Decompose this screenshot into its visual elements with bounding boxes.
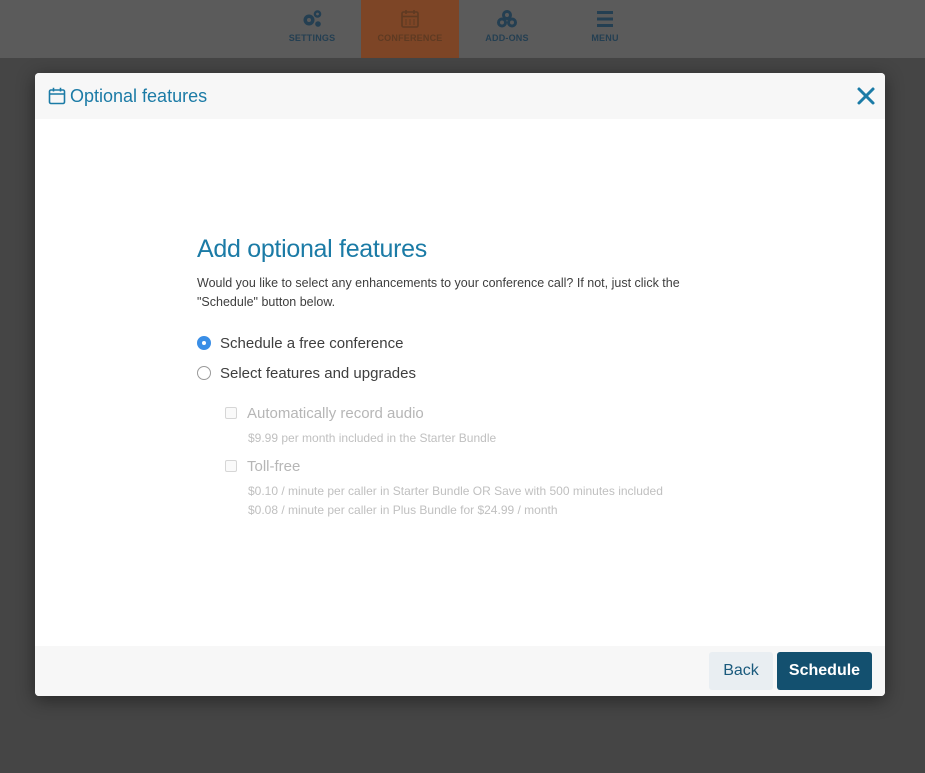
option-features-upgrades[interactable]: Select features and upgrades xyxy=(197,362,416,384)
nav-item-menu[interactable]: MENU xyxy=(556,0,654,58)
intro-line-1: Would you like to select any enhancement… xyxy=(197,276,680,290)
checkbox[interactable] xyxy=(225,407,237,419)
option-label: Select features and upgrades xyxy=(220,364,416,382)
feature-label: Automatically record audio xyxy=(247,404,424,422)
intro-line-2: "Schedule" button below. xyxy=(197,294,336,309)
nav-item-add-ons[interactable]: ADD-ONS xyxy=(458,0,556,58)
dialog-footer: Back Schedule xyxy=(35,646,885,696)
feature-note: $9.99 per month included in the Starter … xyxy=(248,431,497,445)
close-icon[interactable] xyxy=(855,85,877,107)
dialog-title: Optional features xyxy=(70,86,208,106)
feature-label: Toll-free xyxy=(247,457,301,475)
feature-record-audio[interactable]: Automatically record audio xyxy=(225,403,424,423)
checkbox[interactable] xyxy=(225,460,237,472)
cubes-icon xyxy=(497,10,517,28)
nav-item-conference[interactable]: CONFERENCE xyxy=(361,0,459,58)
calendar-icon xyxy=(48,87,66,105)
radio-button[interactable] xyxy=(197,366,211,380)
nav-label-menu: MENU xyxy=(591,33,619,43)
radio-button-checked[interactable] xyxy=(197,336,211,350)
schedule-button[interactable]: Schedule xyxy=(777,652,872,690)
option-free-conference[interactable]: Schedule a free conference xyxy=(197,332,403,354)
hamburger-icon xyxy=(597,11,613,27)
gears-icon xyxy=(303,10,322,27)
intro-text: Would you like to select any enhancement… xyxy=(197,274,737,311)
nav-label-add-ons: ADD-ONS xyxy=(485,33,529,43)
section-heading: Add optional features xyxy=(197,235,427,263)
back-button[interactable]: Back xyxy=(709,652,773,690)
feature-note: $0.10 / minute per caller in Starter Bun… xyxy=(248,484,663,498)
option-label: Schedule a free conference xyxy=(220,334,404,352)
feature-note: $0.08 / minute per caller in Plus Bundle… xyxy=(248,503,558,517)
nav-item-settings[interactable]: SETTINGS xyxy=(263,0,361,58)
nav-label-conference: CONFERENCE xyxy=(377,33,443,43)
dialog-header: Optional features xyxy=(35,73,885,119)
nav-label-settings: SETTINGS xyxy=(288,33,336,43)
feature-toll-free[interactable]: Toll-free xyxy=(225,456,300,476)
optional-features-dialog: Optional features Add optional features … xyxy=(35,73,885,696)
calendar-icon xyxy=(401,10,419,28)
top-navigation: SETTINGS CONFERENCE ADD-ONS MENU xyxy=(0,0,925,58)
dialog-content: Add optional features Would you like to … xyxy=(197,233,737,311)
